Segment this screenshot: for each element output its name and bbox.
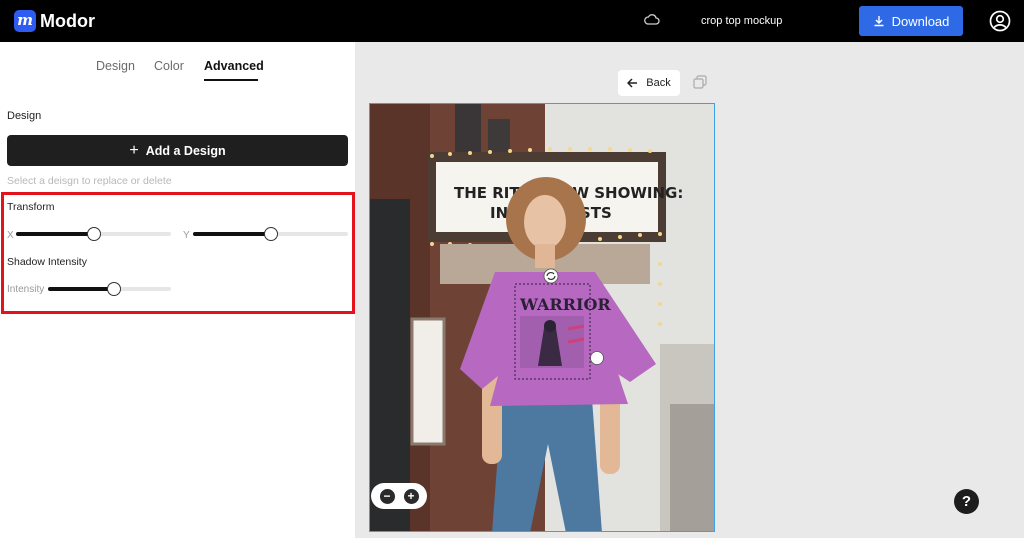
- x-slider-thumb[interactable]: [86, 227, 101, 241]
- y-label: Y: [183, 230, 190, 241]
- back-button[interactable]: Back: [618, 70, 680, 96]
- resize-handle[interactable]: [590, 351, 604, 365]
- document-title[interactable]: crop top mockup: [701, 15, 782, 28]
- add-design-button[interactable]: + Add a Design: [7, 135, 348, 166]
- rotate-handle-icon[interactable]: [543, 268, 559, 284]
- add-design-label: Add a Design: [145, 143, 226, 158]
- logo-icon[interactable]: m: [14, 10, 36, 32]
- print-headline: WARRIOR: [519, 295, 611, 314]
- download-button[interactable]: Download: [859, 6, 963, 36]
- transform-label: Transform: [7, 201, 55, 213]
- help-icon[interactable]: ?: [954, 489, 979, 514]
- copy-icon[interactable]: [693, 75, 707, 89]
- tab-color[interactable]: Color: [154, 59, 184, 73]
- y-slider[interactable]: [193, 227, 348, 241]
- active-tab-indicator: [204, 79, 258, 81]
- cloud-icon: [644, 14, 660, 25]
- download-label: Download: [891, 13, 950, 29]
- zoom-in-icon[interactable]: +: [403, 488, 419, 504]
- brand-name[interactable]: Modor: [40, 10, 95, 32]
- intensity-label: Intensity: [7, 284, 45, 295]
- intensity-slider-thumb[interactable]: [107, 282, 122, 296]
- back-arrow-icon: [627, 78, 638, 88]
- design-section-label: Design: [7, 110, 42, 122]
- settings-panel: Design Color Advanced Design + Add a Des…: [0, 42, 355, 538]
- zoom-out-icon[interactable]: −: [379, 488, 395, 504]
- mockup-canvas[interactable]: THE RITZ - NOW SHOWING: INDIE ARTISTS WA…: [369, 103, 715, 532]
- x-slider[interactable]: [16, 227, 171, 241]
- tab-advanced[interactable]: Advanced: [204, 59, 264, 73]
- zoom-controls: − +: [371, 483, 427, 509]
- account-icon[interactable]: [989, 10, 1011, 32]
- top-bar: m Modor crop top mockup Download: [0, 0, 1024, 42]
- download-icon: [874, 16, 884, 27]
- mockup-photo: THE RITZ - NOW SHOWING: INDIE ARTISTS WA…: [370, 104, 714, 531]
- back-label: Back: [646, 77, 671, 89]
- intensity-slider[interactable]: [48, 282, 171, 296]
- shadow-intensity-label: Shadow Intensity: [7, 256, 87, 268]
- design-hint: Select a deisgn to replace or delete: [7, 175, 172, 187]
- x-label: X: [7, 230, 14, 241]
- tab-design[interactable]: Design: [96, 59, 135, 73]
- plus-icon: +: [129, 141, 139, 159]
- y-slider-thumb[interactable]: [263, 227, 278, 241]
